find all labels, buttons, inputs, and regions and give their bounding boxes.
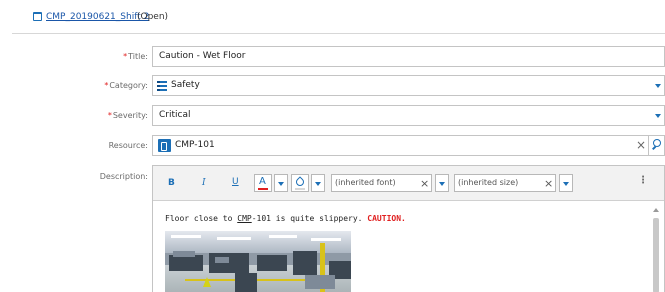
fill-drop-icon — [294, 176, 306, 188]
resource-icon — [158, 139, 171, 152]
title-value: Caution - Wet Floor — [159, 51, 246, 61]
required-marker: * — [107, 111, 112, 120]
font-size-select[interactable]: (inherited size) × — [454, 174, 556, 192]
factory-floor-photo — [165, 231, 351, 292]
scroll-up-icon[interactable] — [653, 208, 659, 212]
description-text: Floor close to CMP-101 is quite slippery… — [165, 214, 406, 223]
highlight-color-picker[interactable] — [291, 174, 327, 192]
record-header: CMP_20190621_Shift 2 (Open) — [0, 0, 665, 35]
caution-text: CAUTION. — [367, 214, 406, 223]
title-field[interactable]: Caution - Wet Floor — [152, 46, 665, 67]
highlight-chevron-down-icon[interactable] — [311, 174, 325, 192]
editor-scrollbar[interactable] — [652, 208, 660, 292]
font-family-select[interactable]: (inherited font) × — [331, 174, 432, 192]
header-divider — [12, 33, 665, 34]
highlight-swatch — [295, 188, 305, 190]
severity-label: *Severity: — [107, 111, 148, 120]
editor-toolbar: B I U A (inherited font) × (inherited si… — [153, 166, 664, 201]
list-icon — [157, 81, 167, 91]
calendar-icon — [33, 12, 42, 21]
italic-button[interactable]: I — [202, 178, 206, 188]
resource-label: Resource: — [108, 141, 148, 150]
resource-search-button[interactable] — [648, 136, 664, 155]
font-size-value: (inherited size) — [458, 178, 519, 187]
clear-icon[interactable]: × — [636, 138, 646, 152]
font-family-clear-icon[interactable]: × — [420, 177, 429, 190]
resource-value: CMP-101 — [175, 140, 215, 150]
editor-content[interactable]: Floor close to CMP-101 is quite slippery… — [153, 202, 664, 292]
category-dropdown[interactable]: Safety — [152, 75, 665, 96]
font-size-clear-icon[interactable]: × — [544, 177, 553, 190]
severity-dropdown[interactable]: Critical — [152, 105, 665, 126]
resource-field[interactable]: CMP-101 × — [152, 135, 665, 156]
font-color-chevron-down-icon[interactable] — [274, 174, 288, 192]
chevron-down-icon[interactable] — [655, 84, 661, 88]
category-label: *Category: — [104, 81, 148, 90]
record-link[interactable]: CMP_20190621_Shift 2 — [46, 12, 149, 22]
resource-reference: CMP — [237, 214, 252, 223]
description-label: Description: — [99, 172, 148, 181]
description-editor[interactable]: B I U A (inherited font) × (inherited si… — [152, 165, 665, 292]
record-status: (Open) — [137, 12, 169, 22]
required-marker: * — [104, 81, 109, 90]
font-color-button[interactable]: A — [254, 174, 272, 192]
required-marker: * — [123, 52, 128, 61]
font-family-chevron-down-icon[interactable] — [435, 174, 449, 192]
search-icon-handle — [652, 145, 656, 150]
font-color-swatch — [258, 188, 268, 190]
scroll-thumb[interactable] — [653, 218, 659, 292]
font-size-chevron-down-icon[interactable] — [559, 174, 573, 192]
font-color-icon: A — [259, 176, 266, 187]
category-value: Safety — [171, 80, 200, 90]
bold-button[interactable]: B — [168, 178, 175, 188]
title-label: *Title: — [123, 52, 148, 61]
font-family-value: (inherited font) — [335, 178, 396, 187]
chevron-down-icon[interactable] — [655, 114, 661, 118]
font-color-picker[interactable]: A — [254, 174, 290, 192]
severity-value: Critical — [159, 110, 191, 120]
underline-button[interactable]: U — [232, 177, 239, 187]
highlight-color-button[interactable] — [291, 174, 309, 192]
more-options-icon[interactable]: ⋮ — [638, 175, 648, 186]
